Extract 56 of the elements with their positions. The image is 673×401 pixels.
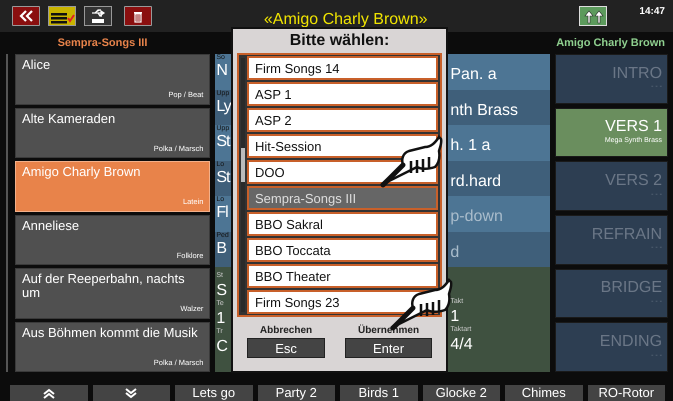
voice-name: rd.hard (449, 172, 502, 192)
voice-name: N (216, 61, 228, 80)
voice-name: B (216, 238, 228, 258)
dialog-item[interactable]: Firm Songs 14 (247, 56, 438, 80)
dialog-item[interactable]: ASP 2 (247, 108, 438, 132)
voice-row[interactable]: h. 1 a (447, 125, 550, 160)
dialog-item[interactable]: BBO Sakral (247, 212, 438, 236)
cancel-caption: Abbrechen (258, 324, 314, 338)
style-value: 1 (450, 308, 460, 326)
voice-name: h. 1 a (449, 136, 492, 156)
style-button[interactable]: Glocke 2 (422, 385, 500, 401)
dialog-item[interactable]: BBO Toccata (247, 238, 438, 262)
voice-name: Fl (216, 203, 229, 222)
style-button[interactable]: RO-Rotor (588, 385, 665, 401)
voice-row[interactable]: nth Brass (447, 90, 550, 125)
scrollbar-thumb[interactable] (241, 148, 245, 182)
menu-icon[interactable] (48, 6, 76, 26)
page-down-button[interactable] (92, 385, 170, 401)
dialog-item[interactable]: Sempra-Songs III (247, 186, 438, 210)
style-button[interactable]: Lets go (175, 385, 252, 401)
enter-button[interactable]: Enter (345, 338, 432, 358)
usb-icon[interactable] (84, 6, 112, 26)
style-value: 4/4 (450, 336, 474, 354)
voice-name: St (216, 168, 231, 187)
dialog-item[interactable]: Hit-Session (247, 134, 438, 158)
voice-name: Pan. a (449, 65, 498, 85)
style-value: S (216, 282, 228, 300)
clock: 14:47 (639, 5, 665, 19)
back-button[interactable] (12, 6, 40, 26)
double-down-chevron-icon (125, 386, 138, 400)
dialog-item[interactable]: ASP 1 (247, 82, 438, 106)
dialog-title: Bitte wählen: (288, 31, 390, 51)
voice-name: Ly (216, 96, 232, 116)
voice-row[interactable]: Pan. a (447, 54, 550, 90)
style-value: C (216, 338, 229, 356)
library-name: Sempra-Songs III (56, 36, 148, 51)
dialog-item[interactable]: BBO Theater (247, 264, 438, 288)
voice-name: nth Brass (449, 100, 519, 120)
voice-row[interactable]: rd.hard (447, 160, 550, 196)
song-title: «Amigo Charly Brown» (262, 10, 429, 30)
style-button[interactable]: Birds 1 (340, 385, 418, 401)
voice-name: p-down (449, 207, 504, 227)
double-left-chevron-icon (19, 10, 33, 22)
page-up-button[interactable] (10, 385, 88, 401)
voice-name: d (449, 242, 460, 262)
style-button[interactable]: Party 2 (258, 385, 335, 401)
delete-button[interactable] (124, 6, 152, 26)
pointing-hand-icon (378, 133, 444, 189)
style-value: 1 (216, 310, 226, 328)
song-name: Amigo Charly Brown (556, 36, 665, 51)
trash-icon (133, 10, 143, 22)
double-up-chevron-icon (42, 386, 55, 400)
shift-icon[interactable] (579, 6, 608, 26)
style-button[interactable]: Chimes (505, 385, 582, 401)
esc-button[interactable]: Esc (247, 338, 326, 358)
voice-name: St (216, 132, 231, 152)
